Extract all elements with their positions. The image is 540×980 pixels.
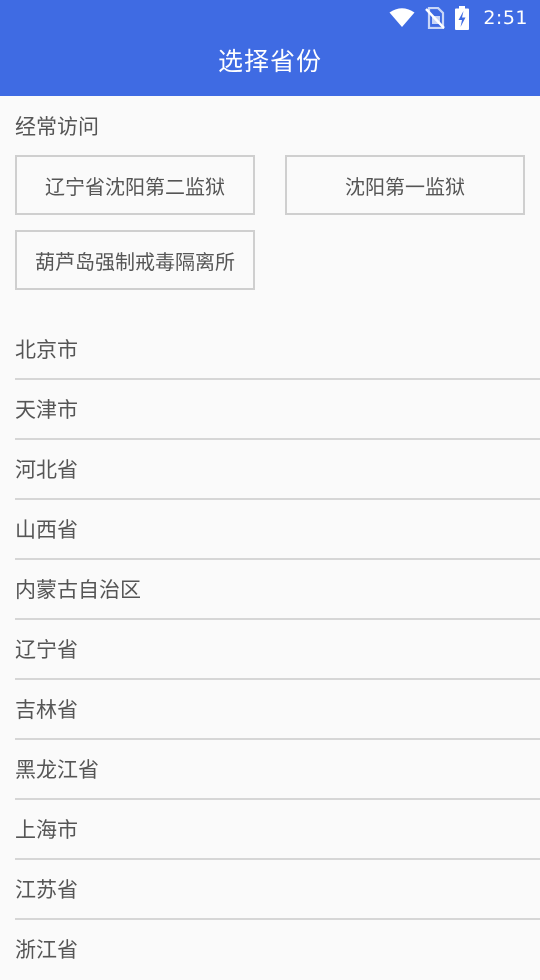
province-label: 江苏省 (15, 878, 78, 902)
province-label: 山西省 (15, 518, 78, 542)
province-list-item[interactable]: 吉林省 (0, 680, 540, 740)
wifi-icon (389, 8, 415, 28)
frequent-item-label: 沈阳第一监狱 (345, 174, 465, 199)
frequent-item-label: 辽宁省沈阳第二监狱 (45, 174, 225, 199)
frequent-section-label: 经常访问 (15, 115, 99, 139)
province-list-item[interactable]: 浙江省 (0, 920, 540, 980)
frequent-item-button[interactable]: 辽宁省沈阳第二监狱 (15, 155, 255, 215)
province-list-item[interactable]: 江苏省 (0, 860, 540, 920)
province-list-item[interactable]: 北京市 (0, 320, 540, 380)
province-list: 北京市 天津市 河北省 山西省 内蒙古自治区 辽宁省 吉林省 黑龙江省 上海市 … (0, 320, 540, 980)
status-bar: 2:51 (0, 0, 540, 36)
province-label: 河北省 (15, 458, 78, 482)
province-label: 北京市 (15, 338, 78, 362)
province-list-item[interactable]: 上海市 (0, 800, 540, 860)
status-icons: 2:51 (389, 4, 528, 32)
province-label: 天津市 (15, 398, 78, 422)
app-header: 2:51 选择省份 (0, 0, 540, 96)
frequent-item-button[interactable]: 葫芦岛强制戒毒隔离所 (15, 230, 255, 290)
province-label: 黑龙江省 (15, 758, 99, 782)
province-list-item[interactable]: 内蒙古自治区 (0, 560, 540, 620)
province-list-item[interactable]: 河北省 (0, 440, 540, 500)
province-list-item[interactable]: 黑龙江省 (0, 740, 540, 800)
frequent-item-label: 葫芦岛强制戒毒隔离所 (35, 249, 235, 274)
province-label: 辽宁省 (15, 638, 78, 662)
province-label: 浙江省 (15, 938, 78, 962)
province-label: 吉林省 (15, 698, 78, 722)
province-list-item[interactable]: 辽宁省 (0, 620, 540, 680)
province-label: 上海市 (15, 818, 78, 842)
province-list-item[interactable]: 山西省 (0, 500, 540, 560)
no-sim-icon (425, 7, 446, 29)
province-label: 内蒙古自治区 (15, 578, 141, 602)
province-list-item[interactable]: 天津市 (0, 380, 540, 440)
page-title: 选择省份 (217, 47, 322, 76)
battery-charging-icon (455, 6, 470, 30)
status-time: 2:51 (483, 7, 528, 29)
frequent-item-button[interactable]: 沈阳第一监狱 (285, 155, 525, 215)
